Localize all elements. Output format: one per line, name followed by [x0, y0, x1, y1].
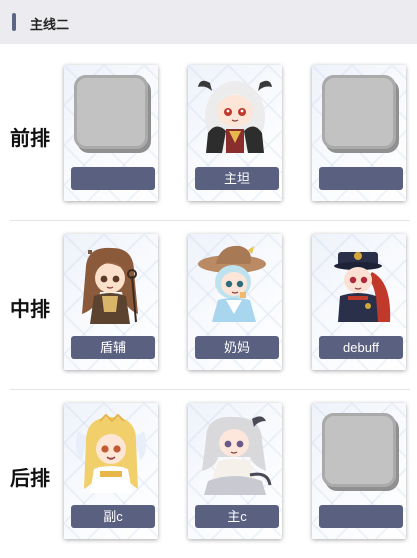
character-portrait — [196, 411, 274, 495]
character-card[interactable]: debuff — [312, 234, 406, 370]
character-name-plate: 主坦 — [195, 167, 279, 190]
character-portrait — [196, 73, 274, 157]
character-card-empty[interactable] — [312, 403, 406, 539]
row-back: 后排 副c 主c — [0, 390, 417, 558]
character-name-plate: debuff — [319, 336, 403, 359]
empty-slot-icon — [322, 75, 396, 149]
character-name-plate: 盾辅 — [71, 336, 155, 359]
character-name-plate: 主c — [195, 505, 279, 528]
character-name-plate — [71, 167, 155, 190]
row-front: 前排 主坦 — [0, 52, 417, 221]
row-middle: 中排 盾辅 奶妈 debuff — [0, 221, 417, 390]
character-card[interactable]: 主c — [188, 403, 282, 539]
row-label: 中排 — [10, 299, 50, 321]
character-name-plate: 奶妈 — [195, 336, 279, 359]
row-label: 前排 — [10, 128, 50, 150]
empty-slot-icon — [74, 75, 148, 149]
character-card[interactable]: 奶妈 — [188, 234, 282, 370]
character-portrait — [72, 242, 150, 326]
character-portrait — [72, 411, 150, 495]
character-portrait — [196, 242, 274, 326]
character-card[interactable]: 盾辅 — [64, 234, 158, 370]
character-card-empty[interactable] — [312, 65, 406, 201]
row-label: 后排 — [10, 468, 50, 490]
page-title: 主线二 — [30, 17, 70, 32]
character-card[interactable]: 主坦 — [188, 65, 282, 201]
character-card-empty[interactable] — [64, 65, 158, 201]
character-card[interactable]: 副c — [64, 403, 158, 539]
page-header: 主线二 — [0, 0, 417, 44]
empty-slot-icon — [322, 413, 396, 487]
character-name-plate — [319, 167, 403, 190]
character-name-plate: 副c — [71, 505, 155, 528]
header-accent-bar — [12, 13, 16, 31]
character-portrait — [320, 242, 398, 326]
character-name-plate — [319, 505, 403, 528]
